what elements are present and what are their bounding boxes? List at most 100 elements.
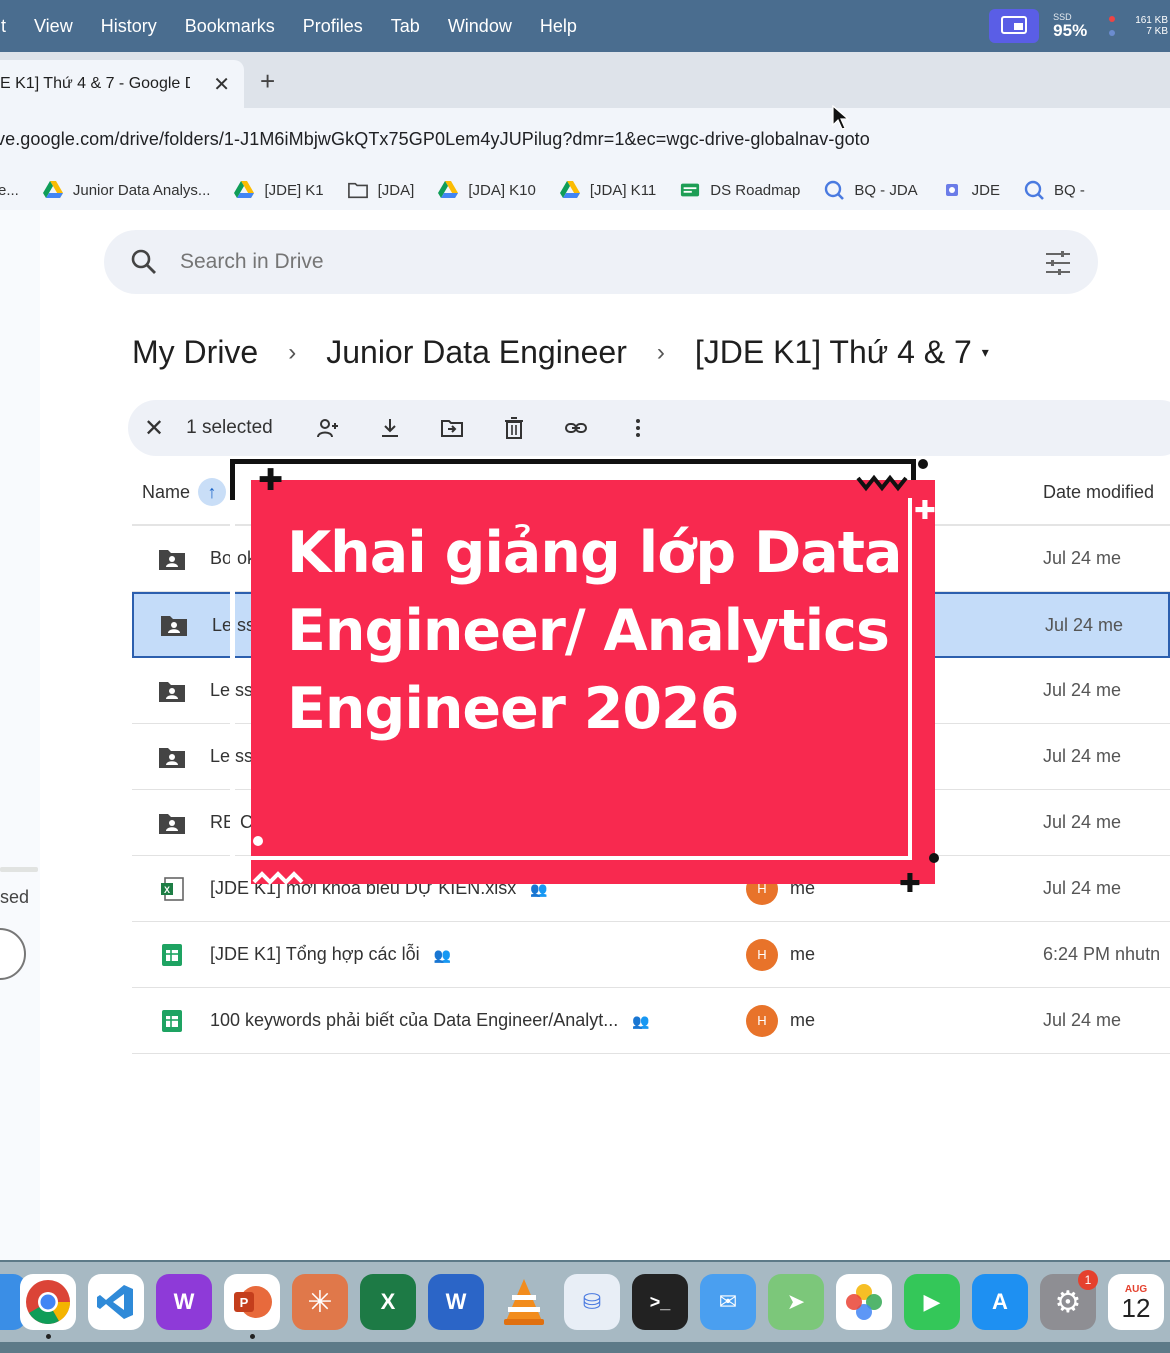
vscode-icon[interactable]: [88, 1274, 144, 1330]
bookmark-item[interactable]: [JDE] K1: [234, 180, 324, 200]
file-name: 100 keywords phải biết của Data Engineer…: [210, 1010, 650, 1031]
claude-icon[interactable]: ✳: [292, 1274, 348, 1330]
shared-people-icon: 👥: [632, 1013, 650, 1029]
photos-icon[interactable]: [836, 1274, 892, 1330]
bookmark-item[interactable]: BQ -: [1024, 180, 1085, 200]
file-date: Jul 24 me: [1043, 548, 1122, 568]
search-input[interactable]: [180, 250, 980, 274]
share-button[interactable]: [297, 416, 359, 440]
facetime-icon[interactable]: ▶: [904, 1274, 960, 1330]
bigquery-icon: [1024, 180, 1044, 200]
svg-text:P: P: [240, 1295, 249, 1310]
browser-tab-active[interactable]: E K1] Thứ 4 & 7 - Google D ✕: [0, 60, 244, 108]
bookmark-item[interactable]: [JDA] K11: [559, 180, 657, 200]
bookmark-label: [JDE] K1: [264, 181, 324, 199]
net-down-value: 7 KB: [1146, 26, 1168, 37]
file-date: 6:24 PM nhutn: [1043, 944, 1161, 964]
trash-icon: [504, 417, 523, 439]
address-bar[interactable]: ve.google.com/drive/folders/1-J1M6iMbjwG…: [0, 108, 1170, 170]
google-sheets-icon: [162, 1009, 182, 1032]
drive-search-bar[interactable]: [104, 230, 1098, 294]
menu-edit[interactable]: it: [0, 16, 20, 37]
excel-icon[interactable]: X: [360, 1274, 416, 1330]
drive-icon: [559, 180, 580, 200]
breadcrumb-current-folder[interactable]: [JDE K1] Thứ 4 & 7: [695, 334, 972, 371]
menu-bookmarks[interactable]: Bookmarks: [171, 16, 289, 37]
menu-help[interactable]: Help: [526, 16, 591, 37]
shared-folder-icon: [159, 747, 185, 768]
plus-decoration-icon: ✚: [914, 495, 936, 525]
vlc-icon[interactable]: [496, 1274, 552, 1330]
file-date: Jul 24 me: [1045, 614, 1124, 635]
menu-profiles[interactable]: Profiles: [289, 16, 377, 37]
bookmark-item[interactable]: JDE: [942, 180, 1000, 200]
more-actions-button[interactable]: [607, 416, 669, 440]
calendar-icon[interactable]: AUG 12: [1108, 1274, 1164, 1330]
terminal-icon[interactable]: >_: [632, 1274, 688, 1330]
download-button[interactable]: [359, 416, 421, 440]
macos-menubar: it View History Bookmarks Profiles Tab W…: [0, 0, 1170, 52]
bookmark-item[interactable]: [JDA] K10: [438, 180, 536, 200]
chevron-right-icon: ›: [656, 338, 665, 366]
mouse-cursor-icon: [832, 105, 850, 130]
clear-selection-button[interactable]: ✕: [144, 414, 164, 443]
table-row[interactable]: 100 keywords phải biết của Data Engineer…: [132, 988, 1170, 1054]
url-text[interactable]: ve.google.com/drive/folders/1-J1M6iMbjwG…: [0, 129, 870, 150]
bookmark-item[interactable]: Junior Data Analys...: [42, 180, 210, 200]
chrome-icon[interactable]: [20, 1274, 76, 1330]
breadcrumb-junior-data-engineer[interactable]: Junior Data Engineer: [326, 334, 627, 371]
browser-tabstrip: E K1] Thứ 4 & 7 - Google D ✕ +: [0, 52, 1170, 108]
menu-tab[interactable]: Tab: [377, 16, 434, 37]
ssd-label: SSD: [1053, 12, 1072, 22]
date-modified-column-header[interactable]: Date modified: [1043, 482, 1154, 503]
mail-icon[interactable]: ✉: [700, 1274, 756, 1330]
table-row[interactable]: [JDE K1] Tổng hợp các lỗi 👥 Hme 6:24 PM n…: [132, 922, 1170, 988]
drive-sidebar: [0, 210, 40, 1260]
app-store-icon[interactable]: A: [972, 1274, 1028, 1330]
file-owner: Hme: [746, 938, 815, 971]
folder-menu-dropdown-icon[interactable]: ▾: [982, 344, 989, 361]
new-tab-button[interactable]: +: [260, 66, 275, 97]
drive-icon: [234, 180, 255, 200]
sort-ascending-icon[interactable]: ↑: [198, 478, 227, 506]
file-owner: Hme: [746, 1004, 816, 1037]
network-speed: 161 KB 7 KB: [1135, 15, 1168, 37]
chevron-right-icon: ›: [288, 338, 297, 366]
bookmark-item[interactable]: [JDA]: [347, 180, 414, 200]
move-button[interactable]: [421, 416, 483, 440]
avatar: H: [746, 938, 778, 971]
shared-folder-icon: [159, 549, 185, 570]
zigzag-decoration-icon: [252, 871, 304, 885]
menu-history[interactable]: History: [87, 16, 171, 37]
net-up-value: 161 KB: [1135, 15, 1168, 26]
copy-link-button[interactable]: [545, 416, 607, 440]
tab-close-icon[interactable]: ✕: [213, 72, 230, 97]
bookmark-item[interactable]: e...: [0, 182, 19, 199]
file-date: Jul 24 me: [1043, 878, 1122, 898]
screen-mirror-icon[interactable]: [989, 9, 1040, 43]
word-icon[interactable]: W: [428, 1274, 484, 1330]
owner-name: me: [790, 1010, 816, 1030]
file-name-text: 100 keywords phải biết của Data Engineer…: [210, 1010, 619, 1030]
bookmark-item[interactable]: DS Roadmap: [680, 180, 800, 200]
avatar: H: [746, 1004, 778, 1037]
bookmark-label: [JDA] K10: [468, 181, 536, 199]
shared-people-icon: 👥: [433, 947, 452, 963]
breadcrumb-my-drive[interactable]: My Drive: [132, 334, 258, 371]
name-column-header[interactable]: Name: [142, 482, 190, 503]
svg-text:X: X: [164, 885, 170, 895]
macos-dock: W P ✳ X W ⛁ >_ ✉ ➤ ▶ A ⚙ 1 AUG 12: [0, 1262, 1170, 1342]
bookmark-item[interactable]: BQ - JDA: [824, 180, 918, 200]
trash-button[interactable]: [483, 416, 545, 440]
bookmark-label: [JDA] K11: [589, 181, 657, 199]
database-app-icon[interactable]: ⛁: [564, 1274, 620, 1330]
menu-view[interactable]: View: [20, 16, 87, 37]
search-options-icon[interactable]: [1044, 250, 1072, 276]
maps-icon[interactable]: ➤: [768, 1274, 824, 1330]
powerpoint-icon[interactable]: P: [224, 1274, 280, 1330]
writing-app-icon[interactable]: W: [156, 1274, 212, 1330]
ssd-status: SSD 95%: [1053, 12, 1087, 40]
shared-folder-icon: [161, 616, 187, 636]
menu-window[interactable]: Window: [434, 16, 526, 37]
bookmarks-bar: e... Junior Data Analys... [JDE] K1 [JDA…: [0, 170, 1170, 210]
